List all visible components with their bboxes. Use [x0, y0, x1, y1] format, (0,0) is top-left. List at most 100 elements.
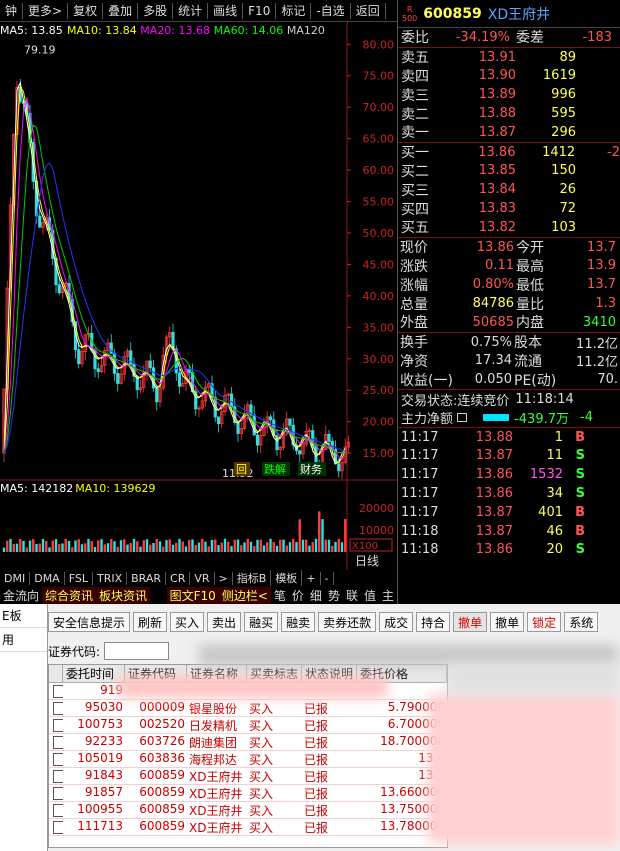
- indicator-tab-5[interactable]: CR: [166, 571, 191, 585]
- indicator-tab-7[interactable]: >: [215, 571, 233, 585]
- nav-tab-right-0[interactable]: 图文F10: [166, 587, 219, 604]
- nav-tab-right-4[interactable]: 细: [307, 587, 325, 604]
- order-row[interactable]: 91843600859XD王府井买入已报13.7: [49, 768, 447, 785]
- indicator-tab-2[interactable]: FSL: [65, 571, 93, 585]
- indicator-tab-3[interactable]: TRIX: [93, 571, 128, 585]
- indicator-tab-11[interactable]: -: [321, 571, 334, 585]
- trade-button-0[interactable]: 安全信息提示: [48, 612, 131, 632]
- indicator-tab-6[interactable]: VR: [190, 571, 215, 585]
- order-row[interactable]: 111713 600859 XD王府井 买入 已报 13.780000: [49, 819, 447, 836]
- order-row[interactable]: 92233 603726 朗迪集团 买入 已报 18.700000: [49, 734, 447, 751]
- flow-value: -439.7万: [514, 411, 570, 427]
- trade-button-8[interactable]: 持合: [416, 612, 451, 632]
- toolbar-item-7[interactable]: F10: [243, 2, 277, 19]
- toolbar-item-2[interactable]: 复权: [68, 2, 104, 19]
- grid-col-header-0[interactable]: 委托时间: [63, 665, 125, 682]
- volume-bar: [230, 546, 233, 552]
- nav-tab-right-7[interactable]: 值: [361, 587, 379, 604]
- ask-volume: 595: [551, 106, 576, 122]
- order-cell-code: 603726: [139, 734, 185, 748]
- trade-button-11[interactable]: 锁定: [527, 612, 562, 632]
- trade-button-7[interactable]: 成交: [379, 612, 414, 632]
- order-cell-code: 000009: [139, 700, 185, 714]
- kline-chart[interactable]: 80.00 75.00 70.00 65.00 60.00 55.00 50.00 45.00…: [0, 22, 397, 570]
- indicator-tab-8[interactable]: 指标B: [233, 570, 272, 586]
- nav-tab-right-2[interactable]: 笔: [271, 587, 289, 604]
- nav-tab-left-1[interactable]: 综合资讯: [42, 587, 97, 604]
- toolbar-item-4[interactable]: 多股: [138, 2, 174, 19]
- toolbar-item-9[interactable]: -自选: [311, 2, 351, 19]
- row-checkbox[interactable]: [53, 787, 63, 800]
- row-checkbox[interactable]: [53, 702, 63, 715]
- quote-panel: R 500 600859 XD王府井 委比 -34.19% 委差 -183 卖五 1…: [397, 0, 620, 604]
- kline-chart-svg[interactable]: 80.00 75.00 70.00 65.00 60.00 55.00 50.00 45.00…: [0, 22, 397, 570]
- row-checkbox[interactable]: [53, 753, 63, 766]
- tick-row: 11:17 13.86 34 S: [398, 484, 620, 503]
- volume-bar: [321, 519, 324, 552]
- indicator-tab-0[interactable]: DMI: [0, 571, 31, 585]
- toolbar-item-5[interactable]: 统计: [173, 2, 209, 19]
- event-marker[interactable]: 回: [236, 463, 247, 476]
- stat-label: 最低: [516, 277, 544, 294]
- toolbar-item-1[interactable]: 更多>: [23, 2, 69, 19]
- trade-button-4[interactable]: 融买: [244, 612, 279, 632]
- volume-bar: [184, 546, 188, 552]
- nav-tab-right-1[interactable]: 侧边栏<: [218, 587, 271, 604]
- order-row[interactable]: 100753 002520 日发精机 买入 已报 6.700000: [49, 717, 447, 734]
- indicator-tab-10[interactable]: +: [302, 571, 321, 585]
- tick-row: 11:17 13.88 1 B: [398, 428, 620, 447]
- order-row[interactable]: 91857 600859 XD王府井 买入 已报 13.660000: [49, 785, 447, 802]
- toolbar-item-6[interactable]: 画线: [208, 2, 244, 19]
- stat-label: 现价: [400, 240, 428, 257]
- order-cell-side: 买入: [249, 821, 274, 835]
- trade-button-9[interactable]: 撤单: [453, 612, 488, 632]
- nav-tab-left-2[interactable]: 板块资讯: [96, 587, 151, 604]
- volume-bar: [269, 538, 272, 552]
- event-marker[interactable]: 跌解: [264, 462, 286, 476]
- order-cell-side: 买入: [249, 702, 274, 716]
- order-row[interactable]: 95030 000009 银星股份 买入 已报 5.790000: [49, 700, 447, 717]
- quote-stats-2: 换手 0.75% 股本 11.2亿 净资 17.34 流通 11.2亿 收益(一) 0.050 PE…: [398, 331, 620, 389]
- flow-menu-icon[interactable]: [457, 412, 468, 422]
- toolbar-item-3[interactable]: 叠加: [103, 2, 139, 19]
- bid-price: 13.85: [478, 163, 516, 179]
- trade-button-2[interactable]: 买入: [170, 612, 205, 632]
- toolbar-item-8[interactable]: 标记: [276, 2, 312, 19]
- nav-tab-left-0[interactable]: 金流向: [0, 587, 42, 604]
- sidebar-item-use[interactable]: 用: [0, 628, 47, 652]
- code-filter-input[interactable]: [104, 642, 170, 660]
- nav-tab-right-8[interactable]: 主: [379, 587, 397, 604]
- order-cell-time: 91857: [84, 785, 123, 799]
- toolbar-item-0[interactable]: 钟: [0, 2, 24, 19]
- row-checkbox[interactable]: [53, 804, 63, 817]
- row-checkbox[interactable]: [53, 719, 63, 732]
- volume-bar: [15, 543, 19, 552]
- trade-button-1[interactable]: 刷新: [133, 612, 168, 632]
- trade-button-5[interactable]: 融卖: [281, 612, 316, 632]
- indicator-tab-1[interactable]: DMA: [30, 571, 65, 585]
- tick-price: 13.86: [475, 542, 513, 558]
- candle: [148, 360, 152, 369]
- row-checkbox[interactable]: [53, 770, 63, 783]
- trade-button-3[interactable]: 卖出: [207, 612, 242, 632]
- trade-button-6[interactable]: 卖券还款: [318, 612, 377, 632]
- event-marker[interactable]: 财务: [300, 462, 322, 476]
- trade-button-10[interactable]: 撤单: [490, 612, 525, 632]
- toolbar-item-10[interactable]: 返回: [351, 2, 386, 19]
- order-row[interactable]: 105019603836海程邦达买入已报13.6: [49, 751, 447, 768]
- quote-stats: 现价 13.86 今开 13.7 涨跌 0.11 最高 13.9 涨幅 0.80% 最低 13.7 总量…: [398, 236, 620, 332]
- nav-tab-right-5[interactable]: 势: [325, 587, 343, 604]
- row-checkbox[interactable]: [53, 736, 63, 749]
- stat-label: 外盘: [400, 315, 428, 332]
- row-checkbox[interactable]: [53, 685, 63, 698]
- candle: [116, 372, 120, 384]
- indicator-tab-9[interactable]: 模板: [271, 570, 303, 586]
- order-row[interactable]: 100955 600859 XD王府井 买入 已报 13.750000: [49, 802, 447, 819]
- indicator-tab-4[interactable]: BRAR: [127, 571, 167, 585]
- row-checkbox[interactable]: [53, 821, 63, 834]
- sidebar-item-board[interactable]: E板: [0, 604, 47, 628]
- nav-tab-right-3[interactable]: 价: [289, 587, 307, 604]
- trade-button-12[interactable]: 系统: [564, 612, 599, 632]
- period-label[interactable]: 日线: [355, 554, 379, 568]
- nav-tab-right-6[interactable]: 联: [343, 587, 361, 604]
